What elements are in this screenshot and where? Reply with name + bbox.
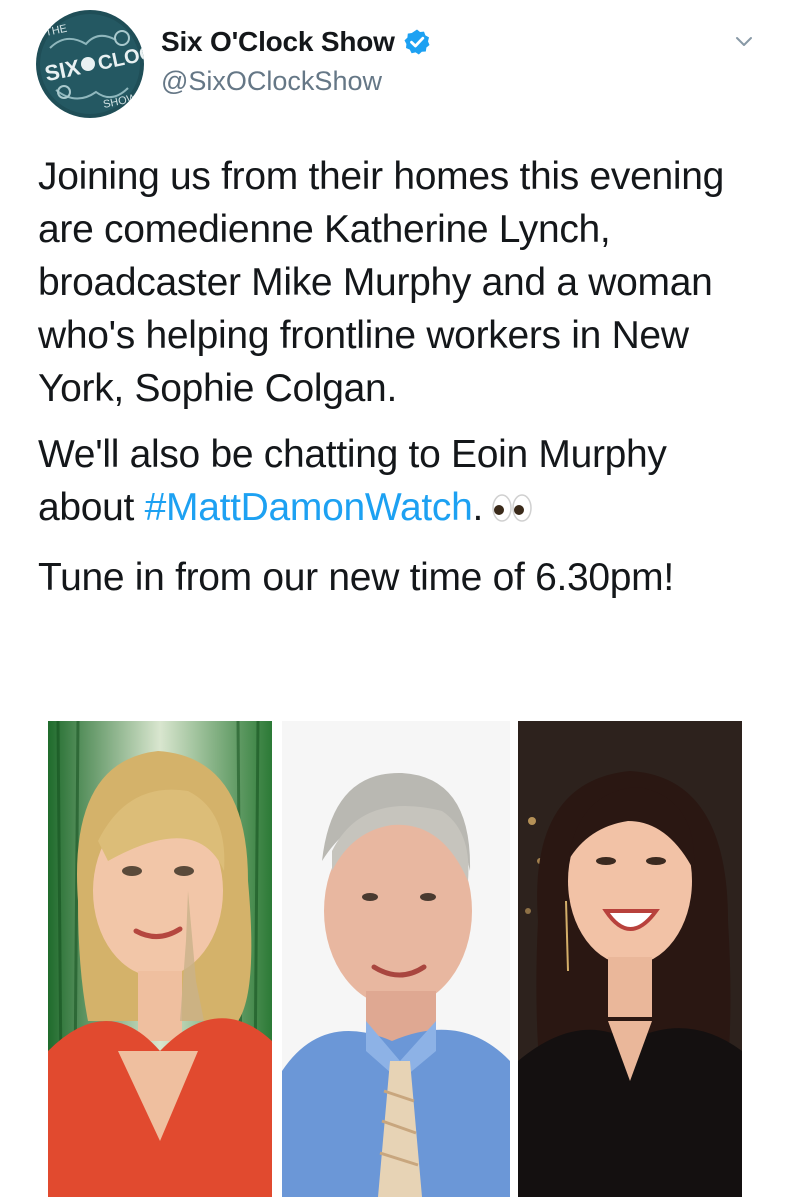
tweet-media <box>48 721 742 1197</box>
tweet-text: Joining us from their homes this evening… <box>38 150 768 617</box>
photo-mike-murphy[interactable] <box>282 721 510 1197</box>
display-name[interactable]: Six O'Clock Show <box>161 26 395 58</box>
chevron-down-icon[interactable] <box>734 32 754 52</box>
tweet-paragraph-1: Joining us from their homes this evening… <box>38 155 725 410</box>
photo-katherine-lynch[interactable] <box>48 721 272 1197</box>
six-oclock-show-logo: THE SIX CLOCK SHOW <box>36 10 144 118</box>
user-handle[interactable]: @SixOClockShow <box>161 66 382 97</box>
tweet-paragraph-3: Tune in from our new time of 6.30pm! <box>38 556 674 599</box>
tweet-paragraph-2: We'll also be chatting to Eoin Murphy ab… <box>38 428 768 538</box>
verified-badge-icon <box>403 28 431 56</box>
avatar[interactable]: THE SIX CLOCK SHOW <box>36 10 144 118</box>
photo-sophie-colgan[interactable] <box>518 721 742 1197</box>
hashtag-link[interactable]: #MattDamonWatch <box>145 486 473 529</box>
tweet-paragraph-2-end: . <box>472 486 484 529</box>
author-name-row[interactable]: Six O'Clock Show <box>161 26 431 58</box>
eyes-emoji-icon <box>491 485 533 538</box>
